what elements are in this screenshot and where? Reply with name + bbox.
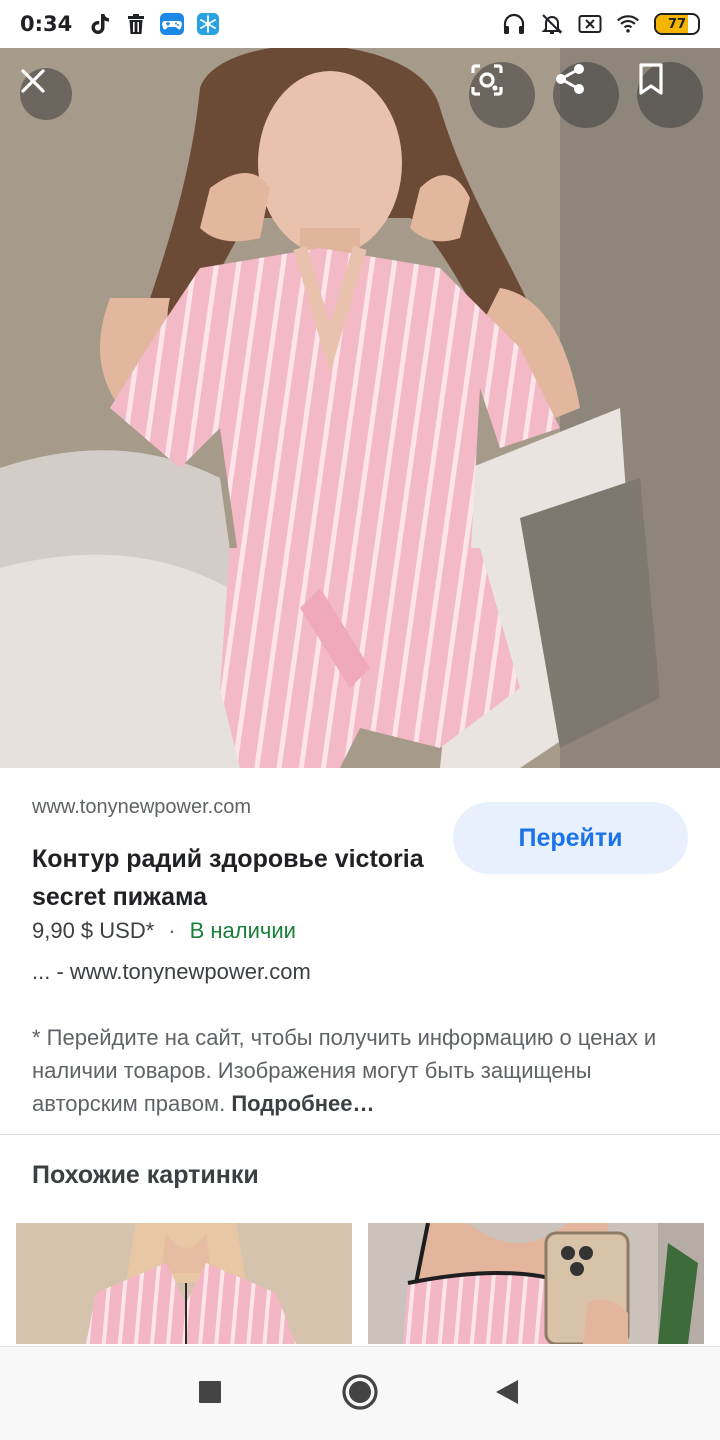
more-link[interactable]: Подробнее… [231,1091,374,1116]
similar-image-2-photo [368,1223,704,1344]
tiktok-icon [88,12,112,36]
snowflake-icon [196,12,220,36]
system-icons: 77 [502,12,700,36]
wifi-icon [616,12,640,36]
share-button[interactable] [553,62,619,128]
lens-search-button[interactable] [469,62,535,128]
product-photo-illustration [0,48,720,768]
disclaimer: * Перейдите на сайт, чтобы получить инфо… [32,1021,692,1120]
home-circle-icon [341,1373,379,1416]
similar-image-1-photo [16,1223,352,1344]
stock-status: В наличии [189,918,296,943]
source-url[interactable]: www.tonynewpower.com [32,796,251,819]
headphones-icon [502,12,526,36]
mute-icon [540,12,564,36]
battery-icon: 77 [654,13,700,35]
status-bar: 0:34 77 [0,0,720,48]
price: 9,90 $ USD* [32,918,155,943]
price-line: 9,90 $ USD* · В наличии [32,918,296,944]
divider [0,1134,720,1135]
similar-images-heading: Похожие картинки [32,1161,259,1189]
navigation-bar [0,1346,720,1440]
trash-icon [124,12,148,36]
bookmark-button[interactable] [637,62,703,128]
status-time: 0:34 [20,12,73,36]
recents-button[interactable] [185,1369,235,1419]
product-image[interactable] [0,48,720,768]
home-button[interactable] [335,1369,385,1419]
sim-off-icon [578,12,602,36]
similar-image-1[interactable] [16,1223,352,1344]
go-to-site-button[interactable]: Перейти [453,802,688,874]
square-icon [198,1380,222,1409]
back-triangle-icon [494,1378,520,1411]
back-button[interactable] [482,1369,532,1419]
battery-percent: 77 [667,16,687,32]
separator-dot: · [168,918,176,943]
gamepad-icon [160,12,185,36]
site-line: ... - www.tonynewpower.com [32,959,311,984]
product-title[interactable]: Контур радий здоровье victoria secret пи… [32,840,432,916]
similar-image-2[interactable] [368,1223,704,1344]
close-button[interactable] [20,68,72,120]
notification-icons [88,12,220,36]
